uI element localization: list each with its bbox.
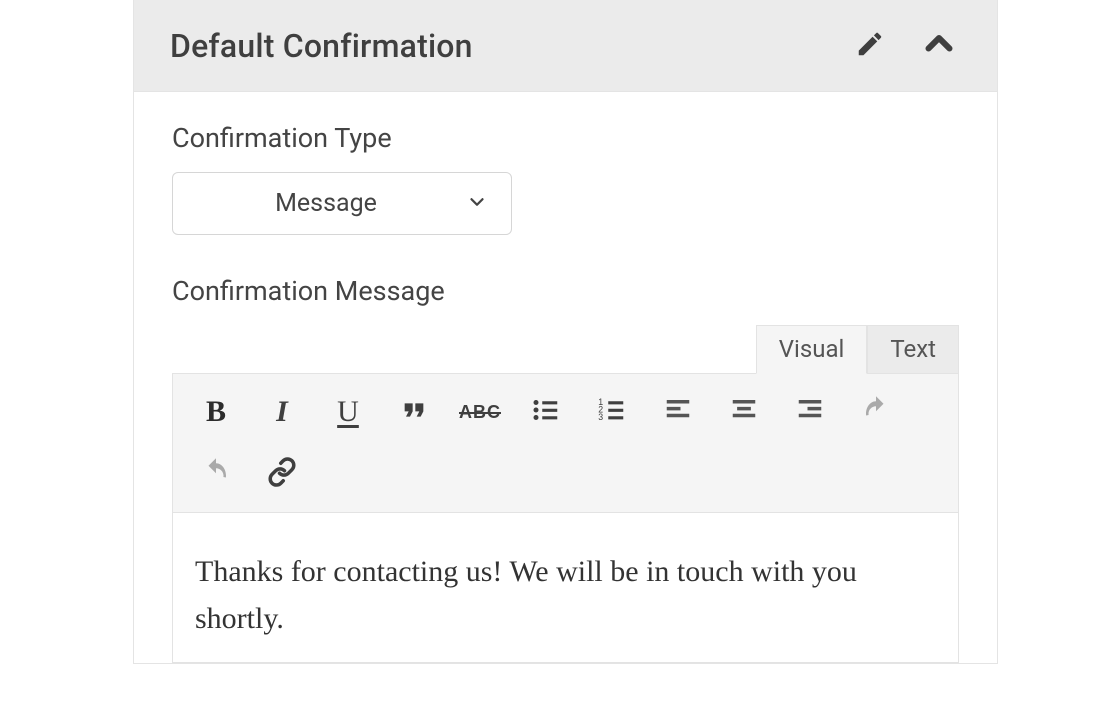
confirmation-type-select-wrap: Message bbox=[172, 172, 512, 235]
bold-button[interactable]: B bbox=[183, 388, 249, 436]
undo-button[interactable] bbox=[843, 388, 909, 436]
align-center-icon bbox=[729, 395, 759, 429]
confirmation-panel: Default Confirmation Confirmation Type M… bbox=[133, 0, 998, 664]
edit-button[interactable] bbox=[851, 25, 889, 66]
align-right-button[interactable] bbox=[777, 388, 843, 436]
panel-body: Confirmation Type Message Confirmation M… bbox=[134, 92, 997, 663]
redo-button[interactable] bbox=[183, 450, 249, 498]
link-icon bbox=[267, 457, 297, 491]
chevron-up-icon bbox=[921, 50, 957, 65]
bullet-list-button[interactable] bbox=[513, 388, 579, 436]
underline-button[interactable]: U bbox=[315, 388, 381, 436]
numbered-list-button[interactable]: 123 bbox=[579, 388, 645, 436]
confirmation-message-label: Confirmation Message bbox=[172, 275, 959, 307]
pencil-icon bbox=[855, 47, 885, 62]
tab-text[interactable]: Text bbox=[867, 325, 959, 373]
undo-icon bbox=[861, 395, 891, 429]
redo-icon bbox=[201, 457, 231, 491]
blockquote-button[interactable] bbox=[381, 388, 447, 436]
align-left-button[interactable] bbox=[645, 388, 711, 436]
align-right-icon bbox=[795, 395, 825, 429]
svg-text:3: 3 bbox=[598, 412, 603, 422]
editor-content[interactable]: Thanks for contacting us! We will be in … bbox=[172, 513, 959, 663]
quote-icon bbox=[398, 394, 430, 430]
editor-tabs: Visual Text bbox=[172, 325, 959, 373]
bullet-list-icon bbox=[531, 395, 561, 429]
panel-header: Default Confirmation bbox=[134, 0, 997, 92]
confirmation-type-select[interactable]: Message bbox=[172, 172, 512, 235]
align-center-button[interactable] bbox=[711, 388, 777, 436]
align-left-icon bbox=[663, 395, 693, 429]
message-editor: Visual Text B I U ABC bbox=[172, 325, 959, 663]
panel-actions bbox=[851, 22, 961, 69]
panel-title: Default Confirmation bbox=[170, 27, 473, 65]
strikethrough-button[interactable]: ABC bbox=[447, 388, 513, 436]
editor-toolbar: B I U ABC 123 bbox=[172, 373, 959, 513]
collapse-button[interactable] bbox=[917, 22, 961, 69]
tab-visual[interactable]: Visual bbox=[756, 325, 868, 374]
italic-button[interactable]: I bbox=[249, 388, 315, 436]
confirmation-type-label: Confirmation Type bbox=[172, 122, 959, 154]
numbered-list-icon: 123 bbox=[597, 395, 627, 429]
link-button[interactable] bbox=[249, 450, 315, 498]
